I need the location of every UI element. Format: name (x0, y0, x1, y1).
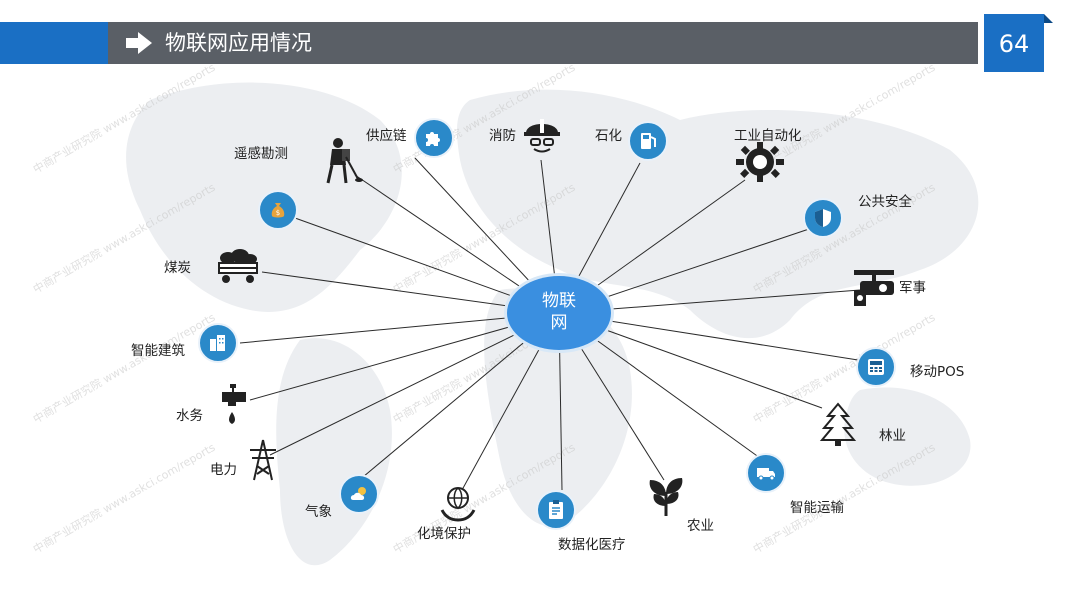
node-label-coal: 煤炭 (164, 260, 191, 276)
money-bag-icon: $ (258, 190, 298, 230)
gear-icon (736, 142, 784, 182)
node-label-petrochem: 石化 (595, 128, 622, 144)
medical-record-icon (536, 490, 576, 530)
puzzle-icon (414, 118, 454, 158)
node-label-water: 水务 (176, 408, 203, 424)
node-label-supply-chain: 供应链 (366, 128, 407, 144)
globe-hands-icon (440, 487, 476, 522)
node-label-industrial-automation: 工业自动化 (734, 128, 802, 144)
pos-terminal-icon (856, 347, 896, 387)
hub-iot: 物联网 (507, 276, 611, 350)
node-label-fire: 消防 (489, 128, 516, 144)
surveyor-icon (326, 138, 363, 184)
node-label-smart-building: 智能建筑 (131, 343, 185, 359)
firefighter-helmet-icon (524, 119, 560, 153)
node-label-power: 电力 (210, 462, 237, 478)
plant-sprout-icon (649, 478, 683, 516)
cloud-sun-icon (339, 474, 379, 514)
power-tower-icon (250, 439, 276, 481)
node-label-smart-transport: 智能运输 (790, 500, 844, 516)
pine-tree-icon (819, 402, 857, 446)
security-camera-icon (854, 270, 894, 306)
building-icon (198, 323, 238, 363)
fuel-pump-icon (628, 121, 668, 161)
node-label-military: 军事 (899, 280, 926, 296)
node-label-remote-sensing: 遥感勘测 (234, 146, 288, 162)
node-label-forestry: 林业 (879, 428, 906, 444)
water-tap-icon (222, 384, 246, 424)
node-label-public-safety: 公共安全 (858, 194, 912, 210)
truck-icon (746, 453, 786, 493)
node-label-mobile-pos: 移动POS (910, 364, 965, 380)
node-label-digital-medical: 数据化医疗 (558, 537, 626, 553)
node-label-weather: 气象 (305, 504, 332, 520)
svg-text:$: $ (276, 209, 280, 217)
node-label-agriculture: 农业 (687, 518, 714, 534)
hub-label: 物联网 (542, 291, 576, 333)
coal-cart-icon (218, 249, 258, 283)
shield-icon (803, 198, 843, 238)
node-label-environment: 化境保护 (417, 526, 471, 542)
